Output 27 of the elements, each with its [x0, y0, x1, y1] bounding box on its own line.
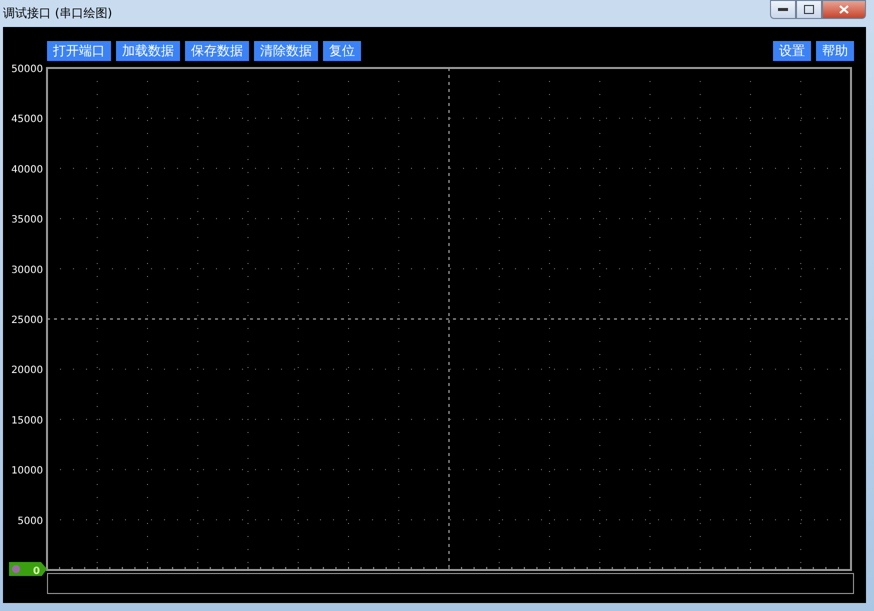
axis-tick-label: 45000	[11, 114, 43, 126]
maximize-button[interactable]	[796, 0, 822, 19]
window-title: 调试接口 (串口绘图)	[3, 5, 112, 22]
axis-tick-label: 20000	[11, 365, 43, 376]
axis-tick-label: 25000	[11, 315, 43, 326]
axis-tick-label: 10000	[11, 466, 43, 477]
toolbar-button[interactable]: 打开端口	[47, 41, 111, 61]
axis-tick-label: 15000	[11, 415, 43, 426]
close-icon	[839, 5, 849, 14]
axis-tick-label: 35000	[11, 214, 43, 226]
toolbar-button[interactable]: 帮助	[816, 41, 854, 61]
axis-tick-label: 0	[33, 566, 40, 576]
toolbar-button[interactable]: 清除数据	[254, 41, 318, 61]
toolbar-button[interactable]: 保存数据	[185, 41, 249, 61]
minimize-button[interactable]	[770, 0, 796, 19]
maximize-icon	[804, 5, 814, 14]
toolbar-button[interactable]: 设置	[773, 41, 811, 61]
axis-tick-label: 50000	[11, 64, 43, 75]
axis-tick-label: 30000	[11, 264, 43, 276]
minimize-icon	[778, 8, 788, 12]
axis-tick-label: 5000	[18, 516, 43, 527]
axis-tick-label: 40000	[11, 164, 43, 176]
close-button[interactable]	[822, 0, 866, 19]
toolbar-button[interactable]: 加载数据	[116, 41, 180, 61]
input-field[interactable]	[47, 573, 854, 594]
toolbar-button[interactable]: 复位	[323, 41, 361, 61]
channel-icon	[12, 565, 20, 573]
